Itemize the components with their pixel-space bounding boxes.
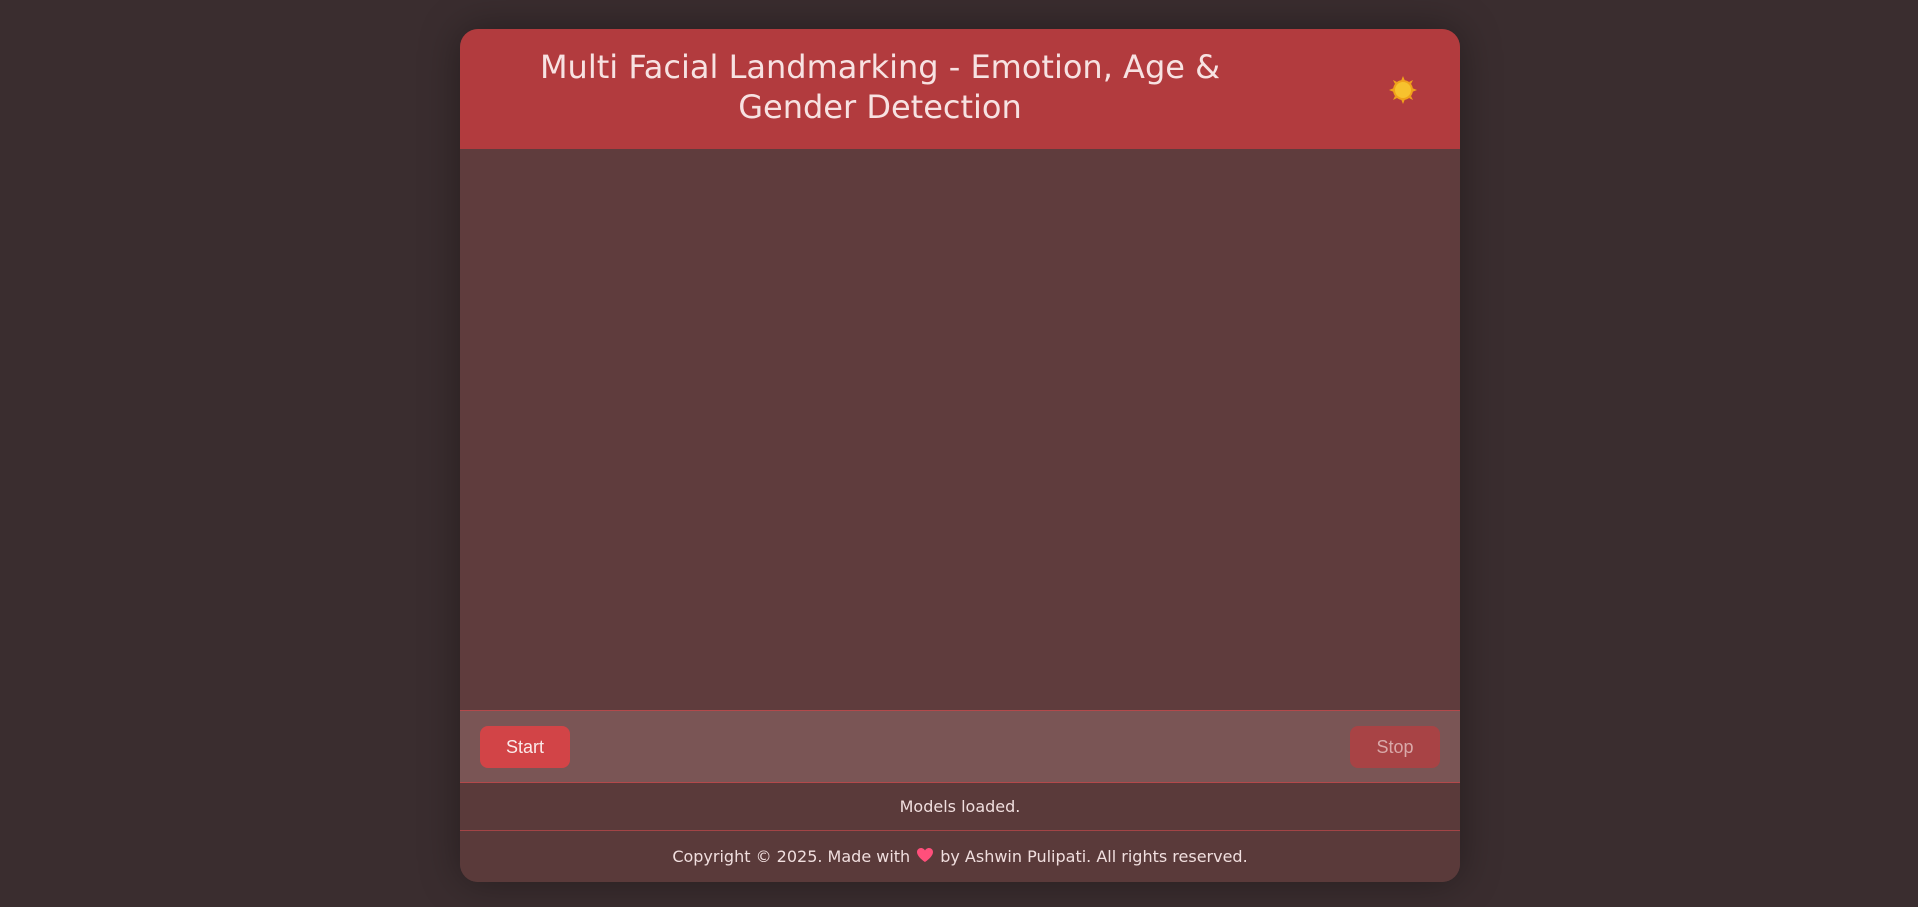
sun-icon bbox=[1389, 76, 1417, 104]
status-message: Models loaded. bbox=[460, 783, 1460, 831]
footer-suffix: by Ashwin Pulipati. All rights reserved. bbox=[940, 847, 1248, 866]
footer-prefix: Copyright © 2025. Made with bbox=[672, 847, 911, 866]
app-card: Multi Facial Landmarking - Emotion, Age … bbox=[460, 29, 1460, 882]
controls-bar: Start Stop bbox=[460, 710, 1460, 783]
stop-button[interactable]: Stop bbox=[1350, 726, 1440, 768]
video-canvas-area bbox=[460, 149, 1460, 710]
footer: Copyright © 2025. Made with by Ashwin Pul… bbox=[460, 831, 1460, 882]
start-button[interactable]: Start bbox=[480, 726, 570, 768]
theme-toggle-button[interactable] bbox=[1388, 75, 1418, 105]
heart-icon bbox=[916, 832, 934, 882]
page-title: Multi Facial Landmarking - Emotion, Age … bbox=[539, 48, 1221, 126]
header: Multi Facial Landmarking - Emotion, Age … bbox=[460, 29, 1460, 149]
